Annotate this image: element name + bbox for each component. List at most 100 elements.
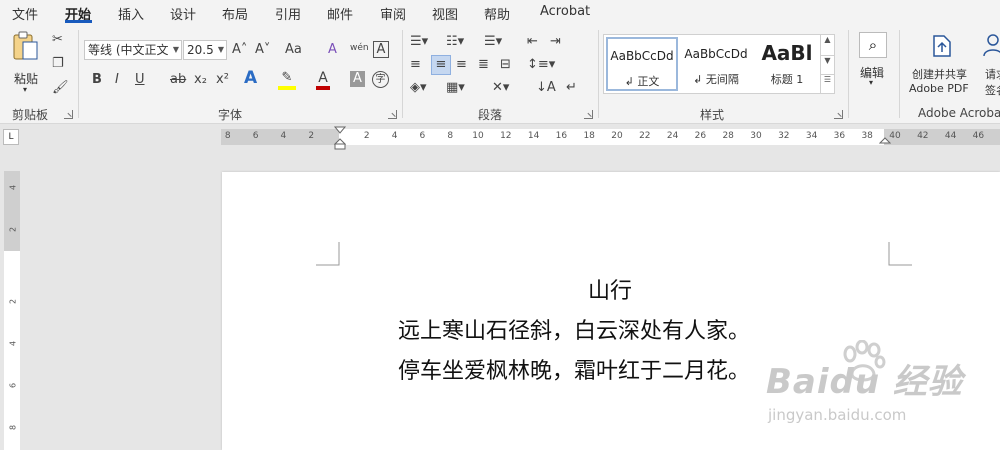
font-name-value: 等线 (中文正文 [88, 43, 169, 57]
style-name: ↲ 正文 [624, 75, 660, 88]
enclose-char-icon[interactable]: 字 [372, 71, 389, 88]
align-left-icon[interactable]: ≡ [410, 57, 421, 73]
tab-selector-button[interactable]: L [3, 129, 19, 145]
active-tab-indicator [65, 20, 92, 23]
char-shading-icon[interactable]: A [350, 71, 365, 87]
tab-layout[interactable]: 布局 [222, 4, 248, 23]
tab-acrobat[interactable]: Acrobat [540, 4, 590, 19]
clipboard-launcher-icon[interactable] [64, 110, 73, 119]
highlight-icon[interactable]: ✎ [278, 70, 296, 90]
tab-file[interactable]: 文件 [12, 4, 38, 23]
subscript-icon[interactable]: x₂ [194, 72, 207, 88]
shrink-font-icon[interactable]: A˅ [255, 42, 270, 58]
paragraph-group-label: 段落 [478, 108, 503, 122]
indent-marker-icon[interactable] [334, 126, 346, 150]
vertical-ruler-tick-label: 2 [8, 226, 18, 233]
font-group-label: 字体 [218, 108, 243, 122]
poem-line-1: 远上寒山石径斜，白云深处有人家。 [398, 319, 751, 344]
format-painter-icon[interactable]: 🖌 [52, 80, 69, 96]
tab-mailings[interactable]: 邮件 [327, 4, 353, 23]
chevron-down-icon: ▾ [869, 78, 874, 87]
tab-design[interactable]: 设计 [170, 4, 196, 23]
gallery-more-icon[interactable]: ☰ [820, 74, 834, 93]
group-divider [899, 30, 900, 118]
char-border-icon[interactable]: A [373, 41, 389, 58]
ruler-tick-label: 22 [639, 131, 651, 141]
ruler-tick-label: 10 [472, 131, 484, 141]
font-size-combo[interactable]: 20.5 ▼ [183, 40, 227, 60]
distributed-icon[interactable]: ⊟ [500, 57, 511, 73]
justify-icon[interactable]: ≣ [478, 57, 489, 73]
ruler-tick-label: 42 [917, 131, 929, 141]
request-signature-button[interactable]: 请求 签名 [982, 32, 1000, 102]
ruler-tick-label: 6 [419, 131, 426, 141]
align-right-icon[interactable]: ≡ [456, 57, 467, 73]
tab-insert[interactable]: 插入 [118, 4, 144, 23]
paste-button[interactable]: 粘贴 ▾ [10, 30, 44, 94]
numbering-icon[interactable]: ☷▾ [446, 34, 464, 50]
font-color-icon[interactable]: A [316, 70, 330, 90]
multilevel-list-icon[interactable]: ☰▾ [484, 34, 502, 50]
tab-view[interactable]: 视图 [432, 4, 458, 23]
font-launcher-icon[interactable] [388, 110, 397, 119]
increase-indent-icon[interactable]: ⇥ [550, 34, 561, 50]
font-name-combo[interactable]: 等线 (中文正文 ▼ [84, 40, 182, 60]
crop-mark-top-right [888, 242, 912, 266]
cut-icon[interactable]: ✂ [52, 32, 63, 48]
show-marks-icon[interactable]: ↵ [566, 80, 577, 96]
tab-references[interactable]: 引用 [275, 4, 301, 23]
vertical-ruler[interactable]: 4 2 2 4 6 8 [4, 171, 20, 450]
ruler-tick-label: 20 [611, 131, 623, 141]
ruler-tick-label: 8 [447, 131, 454, 141]
chevron-down-icon: ▼ [172, 45, 179, 54]
chevron-down-icon: ▼ [217, 45, 224, 54]
grow-font-icon[interactable]: A˄ [232, 42, 247, 58]
shading-icon[interactable]: ◈▾ [410, 80, 427, 96]
ruler-tick-label: 24 [666, 131, 679, 141]
italic-icon[interactable]: I [115, 72, 119, 88]
search-icon: ⌕ [859, 32, 887, 58]
bullets-icon[interactable]: ☰▾ [410, 34, 428, 50]
ruler-tick-label: 4 [280, 131, 287, 141]
copy-icon[interactable]: ❐ [52, 56, 64, 72]
clipboard-group-label: 剪贴板 [12, 108, 49, 122]
phonetic-guide-icon[interactable]: wén [350, 40, 369, 56]
tab-help[interactable]: 帮助 [484, 4, 510, 23]
text-effects-icon[interactable]: A [244, 70, 257, 87]
watermark: Baidu 经验 jingyan.baidu.com [760, 340, 980, 440]
borders-icon[interactable]: ▦▾ [446, 80, 465, 96]
editing-button[interactable]: ⌕ 编辑 ▾ [857, 32, 889, 92]
sort-icon[interactable]: ↓A [536, 80, 556, 96]
ruler-tick-label: 30 [750, 131, 762, 141]
gallery-scroll-up-icon[interactable]: ▲ [820, 35, 834, 55]
align-center-icon[interactable]: ≡ [431, 55, 451, 75]
ruler-tick-label: 2 [308, 131, 315, 141]
asian-layout-icon[interactable]: ✕▾ [492, 80, 509, 96]
ruler-tick-label: 2 [363, 131, 370, 141]
decrease-indent-icon[interactable]: ⇤ [527, 34, 538, 50]
gallery-scroll-down-icon[interactable]: ▼ [820, 55, 834, 74]
paragraph-launcher-icon[interactable] [584, 110, 593, 119]
paste-dropdown-icon[interactable]: ▾ [23, 85, 27, 94]
style-name: ↲ 无间隔 [693, 73, 739, 86]
styles-launcher-icon[interactable] [834, 110, 843, 119]
line-spacing-icon[interactable]: ↕≡▾ [527, 57, 555, 73]
ruler-tick-label: 6 [252, 131, 259, 141]
underline-icon[interactable]: U [135, 72, 145, 88]
ruler-tick-label: 40 [889, 131, 901, 141]
superscript-icon[interactable]: x² [216, 72, 229, 88]
strikethrough-icon[interactable]: ab [170, 72, 186, 88]
style-no-spacing[interactable]: AaBbCcDd ↲ 无间隔 [680, 37, 752, 91]
create-pdf-button[interactable]: 创建并共享 Adobe PDF [906, 32, 978, 102]
poem-title: 山行 [588, 279, 633, 304]
style-heading-1[interactable]: AaBl 标题 1 [754, 37, 820, 91]
tab-review[interactable]: 审阅 [380, 4, 406, 23]
clear-format-icon[interactable]: A [328, 42, 337, 58]
change-case-icon[interactable]: Aa [285, 42, 302, 58]
horizontal-ruler[interactable]: 8 6 4 2 2 4 6 8 10 12 14 16 18 20 22 24 26 28 30 32 34 36 38 40… [221, 126, 1000, 150]
ruler-tick-label: 12 [500, 131, 512, 141]
style-normal[interactable]: AaBbCcDd ↲ 正文 [606, 37, 678, 91]
bold-icon[interactable]: B [92, 72, 102, 88]
font-size-value: 20.5 [187, 43, 214, 57]
create-pdf-label: 创建并共享 [912, 68, 967, 81]
